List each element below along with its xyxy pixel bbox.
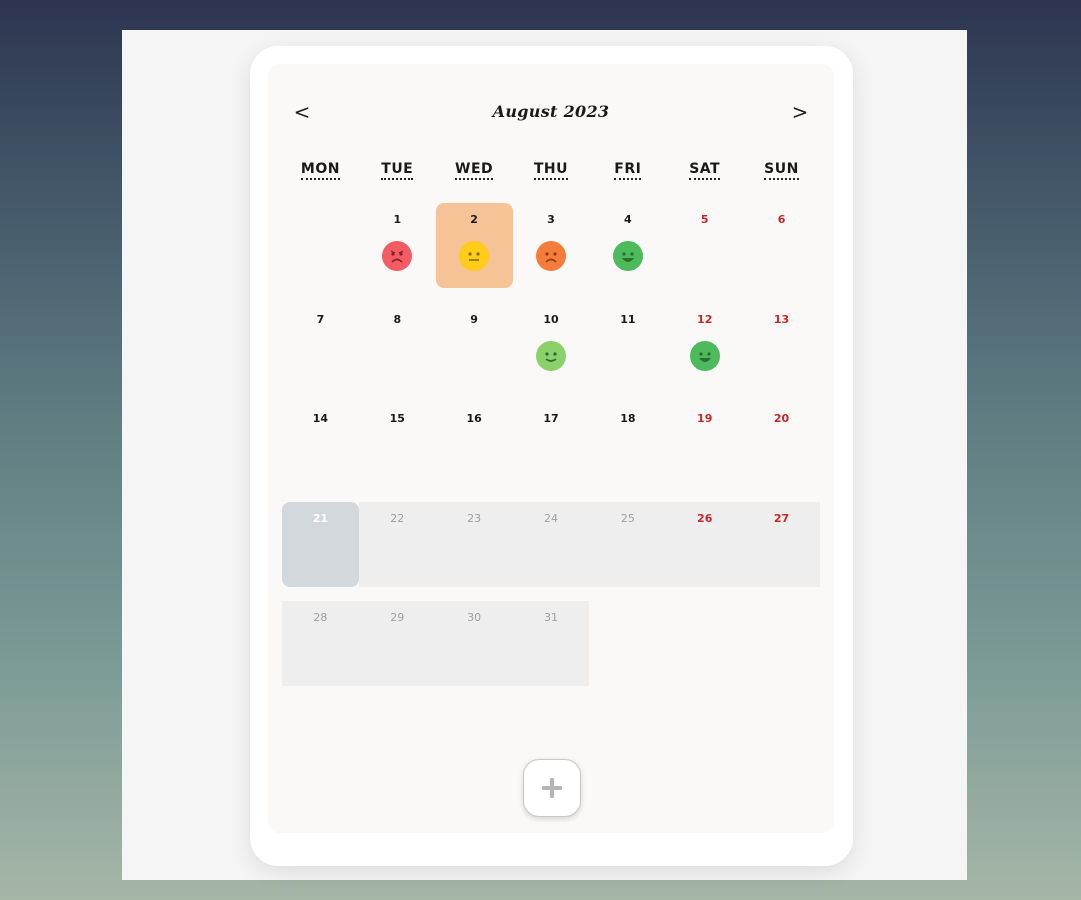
mood-sad-icon <box>535 241 566 271</box>
add-entry-button[interactable] <box>523 759 581 817</box>
day-cell-19[interactable]: 19 <box>666 402 743 487</box>
weekday-header-row: MON TUE WED THU FRI SAT SUN <box>282 158 820 182</box>
day-number: 6 <box>777 213 786 226</box>
day-cell-25[interactable]: 25 <box>589 501 667 587</box>
day-cell-26[interactable]: 26 <box>666 501 744 587</box>
day-cell-8[interactable]: 8 <box>359 303 436 388</box>
day-cell-3[interactable]: 3 <box>513 203 590 288</box>
day-cell-14[interactable]: 14 <box>282 402 359 487</box>
day-cell-22[interactable]: 22 <box>358 501 436 587</box>
day-cell-31[interactable]: 31 <box>512 601 590 686</box>
day-cell-30[interactable]: 30 <box>435 601 513 686</box>
weekday-fri: FRI <box>589 158 666 182</box>
day-number: 26 <box>697 511 713 525</box>
day-cell-16[interactable]: 16 <box>436 402 513 487</box>
day-cell-15[interactable]: 15 <box>359 402 436 487</box>
weekday-label: SAT <box>689 161 721 180</box>
day-number: 23 <box>467 511 482 525</box>
day-number: 16 <box>466 412 482 425</box>
day-number: 9 <box>470 312 478 326</box>
day-cell-20[interactable]: 20 <box>743 402 820 487</box>
mood-very-sad-icon <box>382 241 413 271</box>
device-frame: < August 2023 > MON TUE WED THU FRI SAT … <box>250 46 853 866</box>
day-cell-28[interactable]: 28 <box>282 601 359 686</box>
day-cell-23[interactable]: 23 <box>435 501 513 587</box>
day-cell-21[interactable]: 21 <box>282 501 359 587</box>
day-number: 15 <box>389 412 405 425</box>
weekday-label: MON <box>300 161 340 180</box>
day-cell-1[interactable]: 1 <box>359 203 436 288</box>
day-number: 22 <box>390 511 405 525</box>
weekday-thu: THU <box>513 158 590 182</box>
day-number: 30 <box>467 611 482 624</box>
day-number: 4 <box>624 213 632 226</box>
next-month-button[interactable]: > <box>788 102 812 126</box>
day-cell-29[interactable]: 29 <box>358 601 436 686</box>
day-number: 25 <box>620 511 635 525</box>
day-number: 17 <box>543 412 559 425</box>
day-number: 14 <box>312 412 329 425</box>
day-cell-2[interactable]: 2 <box>435 203 513 288</box>
day-number: 10 <box>543 312 559 326</box>
day-cell-27[interactable]: 27 <box>743 501 820 587</box>
weekday-label: TUE <box>381 161 414 180</box>
calendar-header: < August 2023 > <box>268 64 834 124</box>
day-cell-9[interactable]: 9 <box>436 303 513 388</box>
weekday-sun: SUN <box>743 158 820 182</box>
day-number: 31 <box>543 611 558 624</box>
mood-very-happy-icon <box>612 241 643 271</box>
day-cell-13[interactable]: 13 <box>743 303 820 388</box>
day-cell-5[interactable]: 5 <box>666 203 743 288</box>
day-cell-11[interactable]: 11 <box>589 303 666 388</box>
day-number: 21 <box>312 511 329 525</box>
day-number: 24 <box>543 511 558 525</box>
day-number: 8 <box>393 312 402 326</box>
weekday-tue: TUE <box>359 158 436 182</box>
weekday-wed: WED <box>436 158 513 182</box>
day-cell-7[interactable]: 7 <box>282 303 359 388</box>
weekday-label: FRI <box>614 161 642 180</box>
plus-icon <box>542 778 562 798</box>
day-number: 1 <box>393 213 402 226</box>
day-cell-24[interactable]: 24 <box>512 501 590 587</box>
day-cell-6[interactable]: 6 <box>743 203 820 288</box>
day-number: 3 <box>547 213 555 226</box>
mood-neutral-icon <box>459 241 490 271</box>
day-number: 20 <box>773 412 790 425</box>
day-cell-18[interactable]: 18 <box>589 402 666 487</box>
day-number: 18 <box>620 412 636 425</box>
calendar-screen: < August 2023 > MON TUE WED THU FRI SAT … <box>268 64 834 833</box>
day-number: 2 <box>470 213 478 226</box>
day-number: 27 <box>773 511 790 525</box>
weekday-label: THU <box>533 161 569 180</box>
weekday-label: SUN <box>764 161 799 180</box>
weekday-label: WED <box>455 161 494 180</box>
day-number: 7 <box>316 312 325 326</box>
day-cell-17[interactable]: 17 <box>513 402 590 487</box>
day-number: 12 <box>697 312 713 326</box>
day-number: 19 <box>697 412 713 425</box>
day-number: 5 <box>700 213 709 226</box>
day-cell-10[interactable]: 10 <box>513 303 590 388</box>
mood-happy-icon <box>535 340 566 371</box>
day-number: 29 <box>390 611 405 624</box>
month-title: August 2023 <box>492 102 610 121</box>
day-number: 28 <box>313 611 328 624</box>
mood-very-happy-icon <box>689 340 720 371</box>
day-cell-4[interactable]: 4 <box>589 203 666 288</box>
day-number: 11 <box>620 312 636 326</box>
weekday-sat: SAT <box>666 158 743 182</box>
weekday-mon: MON <box>282 158 359 182</box>
app-canvas: < August 2023 > MON TUE WED THU FRI SAT … <box>122 30 967 880</box>
day-cell-12[interactable]: 12 <box>666 303 743 388</box>
day-number: 13 <box>773 312 790 326</box>
